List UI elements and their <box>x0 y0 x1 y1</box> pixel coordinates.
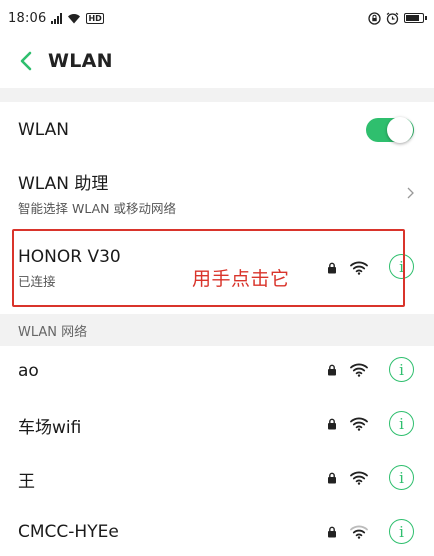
wifi-signal-icon <box>350 261 368 275</box>
wlan-assistant-label: WLAN 助理 <box>18 174 109 194</box>
wifi-signal-icon <box>350 363 368 377</box>
wlan-assistant-description: 智能选择 WLAN 或移动网络 <box>18 201 176 216</box>
chevron-right-icon <box>407 187 414 199</box>
status-time: 18:06 <box>8 10 47 26</box>
network-ssid: ao <box>18 361 39 381</box>
lock-icon <box>328 262 336 274</box>
lock-icon <box>328 526 336 538</box>
wlan-toggle-row[interactable]: WLAN <box>0 102 434 158</box>
wifi-weak-signal-icon <box>350 525 368 539</box>
wlan-switch[interactable] <box>366 117 414 143</box>
connected-network-ssid: HONOR V30 <box>18 246 121 267</box>
annotation-text: 用手点击它 <box>192 268 290 290</box>
network-details-button[interactable]: i <box>389 254 414 279</box>
wlan-toggle-label: WLAN <box>18 120 70 140</box>
connected-network-status: 已连接 <box>18 273 56 289</box>
network-details-button[interactable]: i <box>389 465 414 490</box>
connected-network-text: HONOR V30 已连接 <box>18 247 121 290</box>
back-button[interactable] <box>14 47 38 75</box>
network-ssid: 王 <box>18 471 35 492</box>
network-row[interactable]: 车场wifi i <box>0 400 434 450</box>
page-header: WLAN <box>0 36 434 86</box>
switch-knob <box>387 117 413 143</box>
lock-icon <box>328 364 336 376</box>
wlan-network-section-label: WLAN 网络 <box>0 314 434 346</box>
status-left: 18:06 HD <box>8 11 104 26</box>
network-details-button[interactable]: i <box>389 357 414 382</box>
page-title: WLAN <box>48 50 113 72</box>
section-divider <box>0 88 434 102</box>
status-right <box>368 11 427 25</box>
network-details-button[interactable]: i <box>389 519 414 544</box>
network-row[interactable]: ao i <box>0 346 434 396</box>
network-ssid: CMCC-HYEe <box>18 522 119 542</box>
lock-icon <box>328 418 336 430</box>
wifi-signal-icon <box>350 417 368 431</box>
network-ssid: 车场wifi <box>18 417 82 438</box>
alarm-icon <box>386 12 399 25</box>
wlan-assistant-row[interactable]: WLAN 助理 智能选择 WLAN 或移动网络 <box>0 162 434 224</box>
status-bar: 18:06 HD <box>0 0 434 36</box>
battery-icon <box>404 13 427 23</box>
cellular-signal-icon <box>51 12 63 24</box>
wlan-assistant-text: WLAN 助理 智能选择 WLAN 或移动网络 <box>18 169 176 217</box>
wifi-signal-icon <box>350 471 368 485</box>
network-details-button[interactable]: i <box>389 411 414 436</box>
chevron-left-icon <box>20 51 32 71</box>
hd-badge: HD <box>86 12 104 24</box>
status-wifi-icon <box>68 13 81 23</box>
lock-icon <box>328 472 336 484</box>
network-row[interactable]: CMCC-HYEe i <box>0 508 434 556</box>
lock-rotation-icon <box>368 11 381 25</box>
network-row[interactable]: 王 i <box>0 454 434 504</box>
